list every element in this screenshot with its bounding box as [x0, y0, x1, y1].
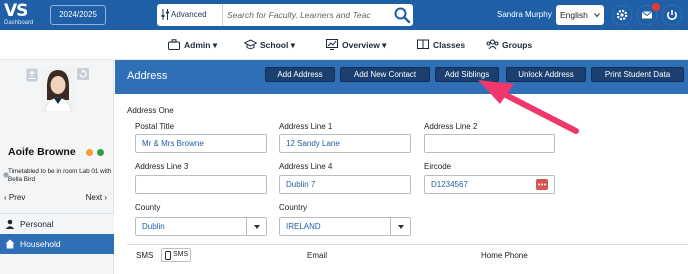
graduation-cap-icon — [244, 39, 257, 49]
search-input[interactable] — [227, 4, 387, 26]
upload-icon[interactable] — [26, 68, 38, 82]
next-label: Next — [85, 193, 103, 202]
sidebar-item-label: Household — [20, 239, 61, 249]
messages-button[interactable] — [637, 3, 660, 25]
print-student-data-button[interactable]: Print Student Data — [591, 67, 684, 82]
address-line-4-field[interactable]: Dublin 7 — [279, 175, 411, 194]
student-name: Aoife Browne — [8, 146, 76, 158]
student-panel: Aoife Browne Timetabled to be in room La… — [0, 60, 114, 274]
chevron-down-icon — [594, 13, 600, 18]
unlock-address-button[interactable]: Unlock Address — [506, 67, 586, 82]
section-header: Address Add Address Add New Contact Add … — [115, 60, 688, 94]
notification-badge — [652, 3, 660, 11]
dots-icon — [538, 183, 546, 186]
eircode-label: Eircode — [424, 162, 452, 171]
add-address-button[interactable]: Add Address — [265, 67, 335, 82]
nav-admin[interactable]: Admin ▾ — [168, 38, 217, 52]
prev-label: Prev — [8, 193, 26, 202]
country-label: Country — [279, 203, 308, 212]
caret-down-icon — [398, 225, 404, 229]
gear-icon — [612, 5, 632, 25]
academic-year-button[interactable]: 2024/2025 — [50, 5, 106, 25]
student-photo — [41, 66, 75, 112]
county-label: County — [135, 203, 161, 212]
briefcase-icon — [168, 39, 180, 50]
logo-mark: VS — [4, 1, 28, 21]
language-value: English — [560, 10, 588, 20]
nav-admin-label: Admin — [184, 40, 211, 50]
county-dropdown-toggle[interactable] — [246, 218, 266, 235]
nav-overview[interactable]: Overview ▾ — [326, 38, 386, 52]
house-icon — [5, 239, 15, 249]
person-icon — [5, 219, 15, 229]
address-line-1-label: Address Line 1 — [279, 122, 333, 131]
address-one-heading: Address One — [127, 106, 174, 115]
advanced-search-button[interactable]: Advanced — [157, 4, 223, 26]
add-siblings-button[interactable]: Add Siblings — [435, 67, 499, 82]
main-nav: Admin ▾ School ▾ Overview ▾ Classes Grou… — [0, 30, 688, 60]
address-line-3-label: Address Line 3 — [135, 162, 189, 171]
app-root: VS Dashboard 2024/2025 Advanced Sandra M… — [0, 0, 688, 274]
nav-classes-label: Classes — [433, 40, 466, 50]
power-icon — [662, 5, 682, 25]
user-name[interactable]: Sandra Murphy — [497, 9, 552, 21]
address-line-2-field[interactable] — [424, 134, 555, 153]
sidebar-item-household[interactable]: Household — [0, 234, 114, 254]
sms-button[interactable]: SMS — [161, 248, 191, 262]
caret-down-icon — [254, 225, 260, 229]
eircode-lookup-icon[interactable] — [536, 179, 548, 190]
groups-icon — [486, 39, 499, 50]
status-dot-amber — [86, 149, 93, 156]
sidebar-item-label: Personal — [20, 219, 54, 229]
timetable-note: Timetabled to be in room Lab 01 with Bel… — [8, 168, 112, 183]
county-value: Dublin — [142, 222, 165, 231]
refresh-icon[interactable] — [77, 68, 89, 80]
settings-button[interactable] — [612, 5, 632, 25]
search-bar: Advanced — [157, 4, 413, 26]
prev-student-button[interactable]: ‹ Prev — [4, 193, 25, 203]
address-line-1-field[interactable]: 12 Sandy Lane — [279, 134, 411, 153]
nav-groups-label: Groups — [502, 40, 533, 50]
top-bar: VS Dashboard 2024/2025 Advanced Sandra M… — [0, 0, 688, 30]
classes-icon — [417, 39, 429, 49]
divider — [127, 244, 688, 245]
vs-logo[interactable]: VS Dashboard — [4, 2, 36, 28]
chart-icon — [326, 39, 338, 50]
address-line-3-field[interactable] — [135, 175, 267, 194]
advanced-label: Advanced — [171, 10, 207, 19]
country-value: IRELAND — [286, 222, 321, 231]
postal-title-label: Postal Title — [135, 122, 175, 131]
logout-button[interactable] — [662, 5, 682, 25]
sms-column-header: SMS — [136, 251, 154, 260]
nav-school[interactable]: School ▾ — [244, 38, 295, 52]
status-dot-green — [97, 149, 104, 156]
address-line-4-label: Address Line 4 — [279, 162, 333, 171]
home-phone-column-header: Home Phone — [481, 251, 528, 260]
country-select[interactable]: IRELAND — [279, 217, 411, 236]
postal-title-field[interactable]: Mr & Mrs Browne — [135, 134, 267, 153]
address-line-2-label: Address Line 2 — [424, 122, 478, 131]
sms-button-label: SMS — [173, 251, 189, 258]
logo-subtitle: Dashboard — [4, 20, 34, 26]
eircode-value: D1234567 — [431, 180, 468, 189]
nav-groups[interactable]: Groups — [486, 38, 532, 52]
phone-icon — [165, 251, 171, 260]
nav-school-label: School — [260, 40, 289, 50]
nav-overview-label: Overview — [342, 40, 380, 50]
search-icon[interactable] — [393, 6, 411, 24]
county-select[interactable]: Dublin — [135, 217, 267, 236]
sliders-icon — [161, 9, 169, 20]
country-dropdown-toggle[interactable] — [390, 218, 410, 235]
next-student-button[interactable]: Next › — [86, 193, 107, 203]
language-select[interactable]: English — [556, 5, 604, 25]
eircode-field[interactable]: D1234567 — [424, 175, 555, 194]
sidebar-item-personal[interactable]: Personal — [0, 213, 114, 233]
add-new-contact-button[interactable]: Add New Contact — [340, 67, 430, 82]
page-title: Address — [127, 70, 168, 82]
nav-classes[interactable]: Classes — [417, 38, 465, 52]
email-column-header: Email — [307, 251, 328, 260]
